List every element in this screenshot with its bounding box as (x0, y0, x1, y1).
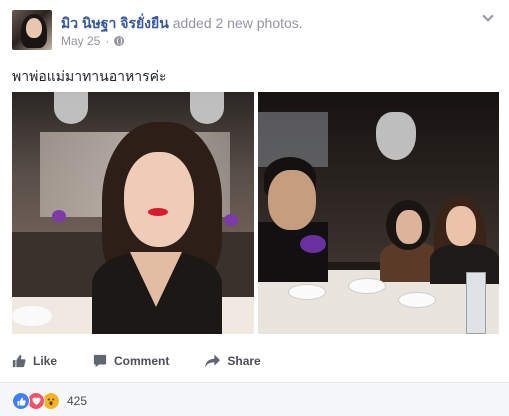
comment-button[interactable]: Comment (93, 354, 169, 368)
comment-icon (93, 354, 107, 368)
share-label: Share (227, 354, 261, 368)
author-name-link[interactable]: มิว นิษฐา จิรยั่งยืน (61, 15, 169, 31)
like-reaction-icon (12, 392, 30, 410)
photo-woman-at-restaurant[interactable] (12, 92, 254, 334)
post-caption: พาพ่อแม่มาทานอาหารค่ะ (12, 68, 167, 84)
post-meta: May 25 · (61, 34, 125, 48)
reactions-bar: 425 (0, 382, 509, 416)
photo-post: มิว นิษฐา จิรยั่งยืน added 2 new photos.… (0, 0, 509, 416)
comment-label: Comment (114, 354, 170, 368)
share-button[interactable]: Share (205, 354, 261, 368)
photo-family-at-dinner-table[interactable] (258, 92, 499, 334)
thumbs-up-icon (12, 354, 26, 368)
meta-separator: · (105, 34, 110, 48)
author-avatar[interactable] (12, 10, 52, 50)
globe-icon[interactable] (114, 36, 125, 46)
like-label: Like (33, 354, 58, 368)
reaction-count: 425 (67, 394, 88, 408)
chevron-down-icon[interactable] (481, 10, 495, 24)
post-header: มิว นิษฐา จิรยั่งยืน added 2 new photos. (61, 13, 303, 35)
post-actions: Like Comment Share (12, 346, 498, 376)
share-arrow-icon (205, 354, 221, 368)
like-button[interactable]: Like (12, 354, 57, 368)
reactions-summary[interactable]: 425 (12, 392, 87, 410)
post-date-link[interactable]: May 25 (61, 34, 100, 48)
post-action-text: added 2 new photos. (172, 15, 303, 31)
